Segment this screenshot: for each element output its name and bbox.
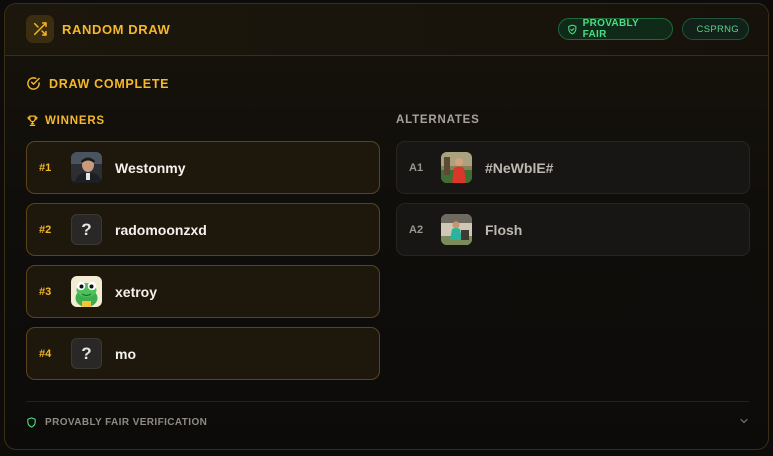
shield-check-icon [568, 24, 577, 34]
alternate-name: Flosh [485, 221, 523, 238]
alternate-rank: A2 [409, 223, 424, 236]
alternate-rank: A1 [409, 161, 424, 174]
winner-card[interactable]: #1 Westonmy [26, 141, 380, 194]
winners-label: WINNERS [45, 114, 105, 127]
winner-rank: #3 [39, 285, 52, 298]
avatar [441, 152, 472, 183]
panel-header: RANDOM DRAW PROVABLY FAIR CSPRNG [5, 4, 768, 56]
random-draw-panel: RANDOM DRAW PROVABLY FAIR CSPRNG DRAW CO… [4, 3, 769, 450]
panel-title: RANDOM DRAW [62, 22, 171, 37]
alternate-name: #NeWblE# [485, 159, 554, 176]
winners-heading: WINNERS [26, 114, 105, 127]
winner-card[interactable]: #3 xetroy [26, 265, 380, 318]
alternate-card[interactable]: A1 #NeWblE# [396, 141, 750, 194]
winner-rank: #1 [39, 161, 52, 174]
avatar-placeholder: ? [71, 214, 102, 245]
csprng-badge: CSPRNG [682, 18, 749, 40]
provably-fair-label: PROVABLY FAIR [582, 18, 639, 40]
alternate-card[interactable]: A2 Flosh [396, 203, 750, 256]
winner-name: mo [115, 345, 136, 362]
winner-card[interactable]: #2 ? radomoonzxd [26, 203, 380, 256]
shield-icon [27, 416, 36, 428]
trophy-icon [27, 115, 38, 126]
winner-name: radomoonzxd [115, 221, 207, 238]
check-circle-icon [27, 77, 40, 90]
divider [26, 401, 749, 402]
draw-complete-label: DRAW COMPLETE [49, 76, 170, 91]
winner-rank: #2 [39, 223, 52, 236]
shield-icon [691, 28, 692, 30]
draw-complete-status: DRAW COMPLETE [26, 76, 169, 91]
verification-label: PROVABLY FAIR VERIFICATION [45, 416, 208, 428]
alternates-heading: ALTERNATES [396, 114, 480, 126]
verification-toggle[interactable]: PROVABLY FAIR VERIFICATION [26, 414, 750, 430]
avatar [71, 152, 102, 183]
chevron-down-icon[interactable] [738, 415, 750, 427]
winner-card[interactable]: #4 ? mo [26, 327, 380, 380]
shuffle-icon [26, 15, 54, 43]
alternates-label: ALTERNATES [396, 114, 480, 126]
avatar [71, 276, 102, 307]
winner-rank: #4 [39, 347, 52, 360]
avatar-placeholder: ? [71, 338, 102, 369]
avatar [441, 214, 472, 245]
winner-name: Westonmy [115, 159, 186, 176]
csprng-label: CSPRNG [696, 23, 739, 35]
winner-name: xetroy [115, 283, 158, 300]
provably-fair-badge: PROVABLY FAIR [558, 18, 673, 40]
